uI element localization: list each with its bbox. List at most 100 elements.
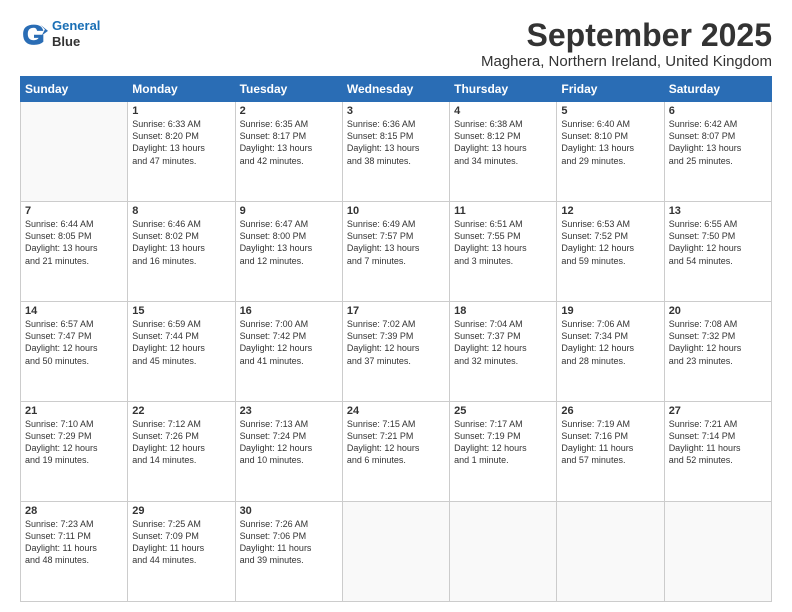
month-title: September 2025 [481, 18, 772, 53]
weekday-header-tuesday: Tuesday [235, 77, 342, 102]
calendar-cell: 19Sunrise: 7:06 AM Sunset: 7:34 PM Dayli… [557, 302, 664, 402]
day-info: Sunrise: 6:38 AM Sunset: 8:12 PM Dayligh… [454, 118, 552, 167]
day-info: Sunrise: 7:04 AM Sunset: 7:37 PM Dayligh… [454, 318, 552, 367]
calendar-cell: 20Sunrise: 7:08 AM Sunset: 7:32 PM Dayli… [664, 302, 771, 402]
weekday-row: SundayMondayTuesdayWednesdayThursdayFrid… [21, 77, 772, 102]
day-number: 9 [240, 205, 338, 217]
day-number: 8 [132, 205, 230, 217]
day-number: 4 [454, 105, 552, 117]
day-info: Sunrise: 7:13 AM Sunset: 7:24 PM Dayligh… [240, 418, 338, 467]
day-info: Sunrise: 6:40 AM Sunset: 8:10 PM Dayligh… [561, 118, 659, 167]
day-info: Sunrise: 6:53 AM Sunset: 7:52 PM Dayligh… [561, 218, 659, 267]
day-info: Sunrise: 6:57 AM Sunset: 7:47 PM Dayligh… [25, 318, 123, 367]
calendar-cell: 3Sunrise: 6:36 AM Sunset: 8:15 PM Daylig… [342, 102, 449, 202]
weekday-header-monday: Monday [128, 77, 235, 102]
calendar-cell: 22Sunrise: 7:12 AM Sunset: 7:26 PM Dayli… [128, 402, 235, 502]
day-number: 5 [561, 105, 659, 117]
day-number: 17 [347, 305, 445, 317]
calendar-cell [21, 102, 128, 202]
calendar-cell: 9Sunrise: 6:47 AM Sunset: 8:00 PM Daylig… [235, 202, 342, 302]
calendar-week-row: 21Sunrise: 7:10 AM Sunset: 7:29 PM Dayli… [21, 402, 772, 502]
calendar-cell: 24Sunrise: 7:15 AM Sunset: 7:21 PM Dayli… [342, 402, 449, 502]
day-number: 13 [669, 205, 767, 217]
calendar-cell: 14Sunrise: 6:57 AM Sunset: 7:47 PM Dayli… [21, 302, 128, 402]
calendar-cell: 10Sunrise: 6:49 AM Sunset: 7:57 PM Dayli… [342, 202, 449, 302]
day-number: 21 [25, 405, 123, 417]
calendar-cell [450, 502, 557, 602]
calendar-cell: 6Sunrise: 6:42 AM Sunset: 8:07 PM Daylig… [664, 102, 771, 202]
day-number: 3 [347, 105, 445, 117]
day-info: Sunrise: 6:46 AM Sunset: 8:02 PM Dayligh… [132, 218, 230, 267]
day-info: Sunrise: 7:12 AM Sunset: 7:26 PM Dayligh… [132, 418, 230, 467]
logo-text: General Blue [52, 18, 100, 49]
day-info: Sunrise: 7:19 AM Sunset: 7:16 PM Dayligh… [561, 418, 659, 467]
day-number: 29 [132, 505, 230, 517]
calendar-cell: 13Sunrise: 6:55 AM Sunset: 7:50 PM Dayli… [664, 202, 771, 302]
calendar-cell: 12Sunrise: 6:53 AM Sunset: 7:52 PM Dayli… [557, 202, 664, 302]
day-info: Sunrise: 7:25 AM Sunset: 7:09 PM Dayligh… [132, 518, 230, 567]
calendar-cell: 7Sunrise: 6:44 AM Sunset: 8:05 PM Daylig… [21, 202, 128, 302]
calendar-week-row: 7Sunrise: 6:44 AM Sunset: 8:05 PM Daylig… [21, 202, 772, 302]
day-number: 22 [132, 405, 230, 417]
calendar-cell: 8Sunrise: 6:46 AM Sunset: 8:02 PM Daylig… [128, 202, 235, 302]
day-info: Sunrise: 7:06 AM Sunset: 7:34 PM Dayligh… [561, 318, 659, 367]
day-number: 27 [669, 405, 767, 417]
calendar-cell: 5Sunrise: 6:40 AM Sunset: 8:10 PM Daylig… [557, 102, 664, 202]
day-info: Sunrise: 7:17 AM Sunset: 7:19 PM Dayligh… [454, 418, 552, 467]
day-info: Sunrise: 6:44 AM Sunset: 8:05 PM Dayligh… [25, 218, 123, 267]
calendar-cell: 18Sunrise: 7:04 AM Sunset: 7:37 PM Dayli… [450, 302, 557, 402]
day-info: Sunrise: 6:42 AM Sunset: 8:07 PM Dayligh… [669, 118, 767, 167]
day-info: Sunrise: 7:10 AM Sunset: 7:29 PM Dayligh… [25, 418, 123, 467]
calendar-cell: 28Sunrise: 7:23 AM Sunset: 7:11 PM Dayli… [21, 502, 128, 602]
calendar-cell [342, 502, 449, 602]
day-number: 7 [25, 205, 123, 217]
calendar-cell: 16Sunrise: 7:00 AM Sunset: 7:42 PM Dayli… [235, 302, 342, 402]
calendar-header: SundayMondayTuesdayWednesdayThursdayFrid… [21, 77, 772, 102]
day-info: Sunrise: 7:02 AM Sunset: 7:39 PM Dayligh… [347, 318, 445, 367]
day-info: Sunrise: 6:51 AM Sunset: 7:55 PM Dayligh… [454, 218, 552, 267]
day-number: 1 [132, 105, 230, 117]
calendar-cell [557, 502, 664, 602]
calendar-cell: 11Sunrise: 6:51 AM Sunset: 7:55 PM Dayli… [450, 202, 557, 302]
day-number: 15 [132, 305, 230, 317]
calendar-cell: 15Sunrise: 6:59 AM Sunset: 7:44 PM Dayli… [128, 302, 235, 402]
calendar-week-row: 28Sunrise: 7:23 AM Sunset: 7:11 PM Dayli… [21, 502, 772, 602]
calendar-cell: 25Sunrise: 7:17 AM Sunset: 7:19 PM Dayli… [450, 402, 557, 502]
calendar-body: 1Sunrise: 6:33 AM Sunset: 8:20 PM Daylig… [21, 102, 772, 602]
day-number: 10 [347, 205, 445, 217]
calendar-cell: 29Sunrise: 7:25 AM Sunset: 7:09 PM Dayli… [128, 502, 235, 602]
day-info: Sunrise: 7:15 AM Sunset: 7:21 PM Dayligh… [347, 418, 445, 467]
day-number: 20 [669, 305, 767, 317]
day-info: Sunrise: 6:33 AM Sunset: 8:20 PM Dayligh… [132, 118, 230, 167]
weekday-header-wednesday: Wednesday [342, 77, 449, 102]
day-info: Sunrise: 6:59 AM Sunset: 7:44 PM Dayligh… [132, 318, 230, 367]
day-number: 25 [454, 405, 552, 417]
day-number: 12 [561, 205, 659, 217]
calendar-week-row: 1Sunrise: 6:33 AM Sunset: 8:20 PM Daylig… [21, 102, 772, 202]
weekday-header-saturday: Saturday [664, 77, 771, 102]
calendar-cell: 27Sunrise: 7:21 AM Sunset: 7:14 PM Dayli… [664, 402, 771, 502]
day-number: 11 [454, 205, 552, 217]
calendar-cell: 23Sunrise: 7:13 AM Sunset: 7:24 PM Dayli… [235, 402, 342, 502]
calendar-cell: 21Sunrise: 7:10 AM Sunset: 7:29 PM Dayli… [21, 402, 128, 502]
day-info: Sunrise: 6:55 AM Sunset: 7:50 PM Dayligh… [669, 218, 767, 267]
day-number: 23 [240, 405, 338, 417]
title-area: September 2025 Maghera, Northern Ireland… [481, 18, 772, 70]
day-info: Sunrise: 7:00 AM Sunset: 7:42 PM Dayligh… [240, 318, 338, 367]
calendar-cell: 4Sunrise: 6:38 AM Sunset: 8:12 PM Daylig… [450, 102, 557, 202]
day-info: Sunrise: 6:36 AM Sunset: 8:15 PM Dayligh… [347, 118, 445, 167]
calendar-cell: 30Sunrise: 7:26 AM Sunset: 7:06 PM Dayli… [235, 502, 342, 602]
logo: General Blue [20, 18, 100, 49]
calendar-cell: 1Sunrise: 6:33 AM Sunset: 8:20 PM Daylig… [128, 102, 235, 202]
day-info: Sunrise: 7:21 AM Sunset: 7:14 PM Dayligh… [669, 418, 767, 467]
day-number: 14 [25, 305, 123, 317]
day-number: 24 [347, 405, 445, 417]
day-info: Sunrise: 7:08 AM Sunset: 7:32 PM Dayligh… [669, 318, 767, 367]
day-number: 28 [25, 505, 123, 517]
day-info: Sunrise: 6:47 AM Sunset: 8:00 PM Dayligh… [240, 218, 338, 267]
day-number: 30 [240, 505, 338, 517]
location: Maghera, Northern Ireland, United Kingdo… [481, 53, 772, 70]
weekday-header-friday: Friday [557, 77, 664, 102]
day-info: Sunrise: 7:26 AM Sunset: 7:06 PM Dayligh… [240, 518, 338, 567]
calendar-table: SundayMondayTuesdayWednesdayThursdayFrid… [20, 76, 772, 602]
